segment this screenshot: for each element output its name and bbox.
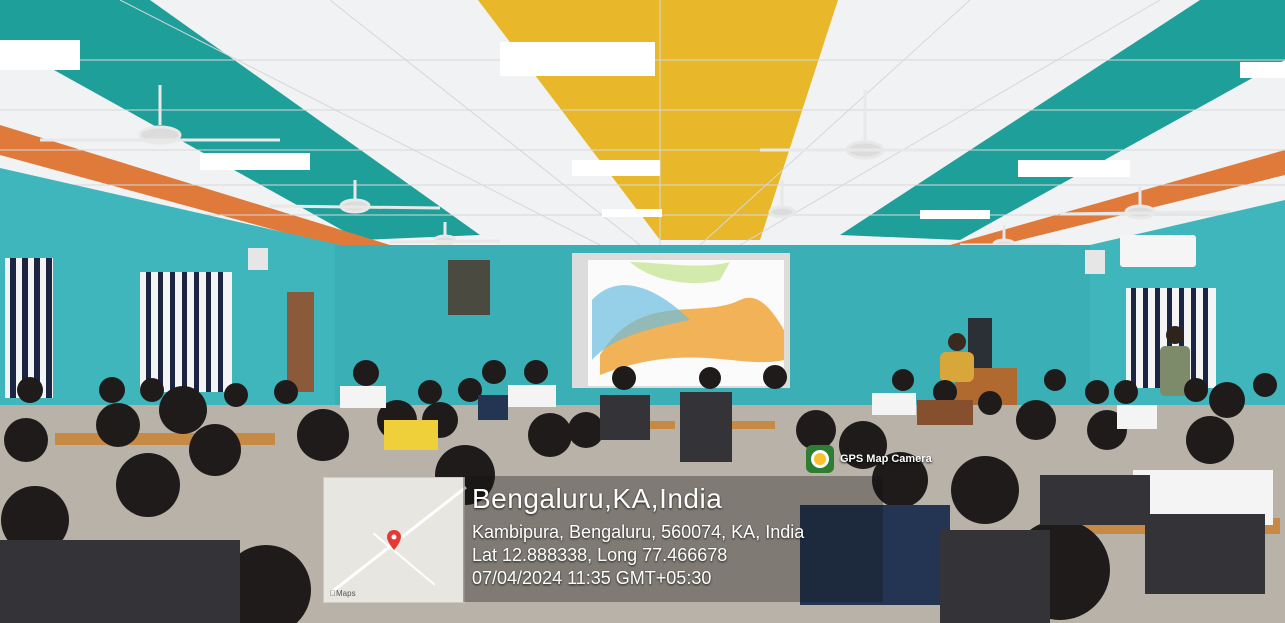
location-city: Bengaluru,KA,India (472, 483, 723, 514)
air-conditioner (1120, 235, 1196, 267)
location-address: Kambipura, Bengaluru, 560074, KA, India (472, 522, 805, 542)
map-thumbnail: Maps (323, 477, 467, 603)
location-info: Bengaluru,KA,India Kambipura, Bengaluru,… (472, 483, 804, 590)
standing-person-head (1166, 326, 1184, 344)
speaker-person-body (940, 352, 974, 382)
classroom-photo: GPS Map Camera Maps Bengaluru,KA,India … (0, 0, 1285, 623)
location-datetime: 07/04/2024 11:35 GMT+05:30 (472, 568, 712, 588)
notice-board (448, 260, 490, 315)
gps-map-camera-badge: GPS Map Camera (806, 445, 932, 473)
maps-brand-label: Maps (330, 589, 356, 598)
gps-map-camera-icon (806, 445, 834, 473)
location-coordinates: Lat 12.888338, Long 77.466678 (472, 545, 728, 565)
gps-map-camera-label: GPS Map Camera (840, 453, 932, 465)
speaker-right (1085, 250, 1105, 274)
map-pin-icon (387, 530, 401, 550)
map-road (372, 532, 436, 586)
speaker-left (248, 248, 268, 270)
speaker-person-head (948, 333, 966, 351)
apple-maps-logo: Maps (330, 589, 356, 598)
door (287, 292, 314, 392)
